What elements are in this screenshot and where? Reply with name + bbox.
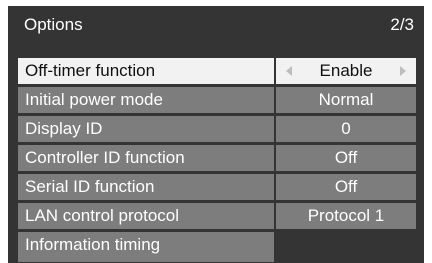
options-menu: Options 2/3 Off-timer function Enable In… [8, 6, 424, 263]
option-value: Off [276, 174, 416, 200]
menu-title: Options [24, 15, 83, 34]
left-arrow-icon[interactable] [286, 66, 292, 76]
option-row-controller-id-function[interactable]: Controller ID function Off [18, 145, 416, 171]
option-label: Display ID [18, 116, 274, 142]
option-label: Information timing [18, 232, 274, 262]
option-row-serial-id-function[interactable]: Serial ID function Off [18, 174, 416, 200]
option-label: Controller ID function [18, 145, 274, 171]
option-label: Initial power mode [18, 87, 274, 113]
option-row-off-timer-function[interactable]: Off-timer function Enable [18, 58, 416, 84]
option-label: Serial ID function [18, 174, 274, 200]
option-value: Normal [276, 87, 416, 113]
option-label: LAN control protocol [18, 203, 274, 229]
option-value: 0 [276, 116, 416, 142]
option-value: Enable [319, 61, 373, 80]
option-value [276, 232, 416, 258]
page-indicator: 2/3 [390, 15, 414, 34]
options-list: Off-timer function Enable Initial power … [18, 58, 416, 262]
option-row-lan-control-protocol[interactable]: LAN control protocol Protocol 1 [18, 203, 416, 229]
right-arrow-icon[interactable] [400, 66, 406, 76]
option-value: Off [276, 145, 416, 171]
menu-header: Options 2/3 [8, 6, 424, 46]
option-label: Off-timer function [18, 58, 274, 84]
option-value: Protocol 1 [276, 203, 416, 229]
option-value-selector[interactable]: Enable [276, 58, 416, 84]
option-row-information-timing[interactable]: Information timing [18, 232, 416, 262]
option-row-display-id[interactable]: Display ID 0 [18, 116, 416, 142]
option-row-initial-power-mode[interactable]: Initial power mode Normal [18, 87, 416, 113]
